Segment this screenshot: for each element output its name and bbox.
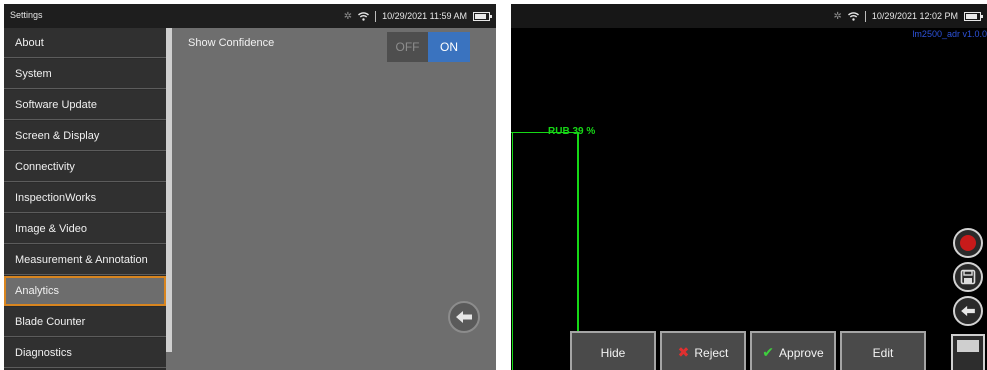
menu-item-screen-display[interactable]: Screen & Display — [4, 121, 166, 151]
bluetooth-icon: ✲ — [833, 10, 842, 22]
back-arrow-icon — [961, 305, 975, 317]
hide-button-label: Hide — [600, 345, 626, 360]
inspection-screen: ✲ 10/29/2021 12:02 PM lm2500_adr v1.0.0 … — [511, 4, 987, 370]
approve-button-label: Approve — [779, 345, 824, 360]
separator — [375, 10, 377, 22]
menu-item-measurement-annotation[interactable]: Measurement & Annotation — [4, 245, 166, 275]
show-confidence-label: Show Confidence — [188, 37, 275, 49]
bluetooth-icon: ✲ — [343, 10, 353, 22]
menu-item-about[interactable]: About — [4, 28, 166, 58]
record-icon — [960, 235, 976, 251]
menu-item-inspectionworks[interactable]: InspectionWorks — [4, 183, 166, 213]
settings-menu: About System Software Update Screen & Di… — [4, 28, 166, 370]
detection-label: RUB 39 % — [548, 126, 596, 137]
reject-button-label: Reject — [694, 345, 729, 360]
status-bar: ✲ 10/29/2021 12:02 PM — [511, 4, 987, 28]
menu-item-diagnostics[interactable]: Diagnostics — [4, 338, 166, 368]
menu-item-connectivity[interactable]: Connectivity — [4, 152, 166, 182]
menu-item-system[interactable]: System — [4, 59, 166, 89]
wifi-icon — [847, 11, 859, 21]
status-datetime: 10/29/2021 12:02 PM — [871, 11, 958, 21]
approve-button[interactable]: ✔ Approve — [750, 331, 836, 370]
show-confidence-toggle[interactable]: OFF ON — [387, 32, 470, 62]
reject-button[interactable]: ✖ Reject — [660, 331, 746, 370]
toggle-on[interactable]: ON — [428, 32, 470, 62]
back-arrow-icon — [456, 311, 472, 323]
menu-item-blade-counter[interactable]: Blade Counter — [4, 307, 166, 337]
menu-item-image-video[interactable]: Image & Video — [4, 214, 166, 244]
status-datetime: 10/29/2021 11:59 AM — [382, 11, 467, 21]
menu-item-software-update[interactable]: Software Update — [4, 90, 166, 120]
battery-icon — [964, 11, 983, 21]
edit-button-label: Edit — [872, 345, 894, 360]
settings-screen: Settings ✲ 10/29/2021 11:59 AM About Sys… — [4, 4, 496, 370]
detection-box — [511, 132, 579, 370]
status-indicators: ✲ 10/29/2021 11:59 AM — [343, 8, 492, 24]
panel-icon — [957, 340, 979, 352]
x-icon: ✖ — [677, 344, 690, 360]
separator — [864, 10, 866, 22]
status-bar: Settings ✲ 10/29/2021 11:59 AM — [4, 4, 496, 28]
check-icon: ✔ — [762, 344, 775, 360]
edit-button[interactable]: Edit — [840, 331, 926, 370]
wifi-icon — [358, 11, 370, 21]
hide-button[interactable]: Hide — [570, 331, 656, 370]
panel-toggle-button[interactable] — [951, 334, 985, 370]
detection-box-edge — [512, 132, 513, 370]
back-button[interactable] — [448, 301, 480, 333]
save-button[interactable] — [953, 262, 983, 292]
toggle-off[interactable]: OFF — [387, 32, 428, 62]
status-indicators: ✲ 10/29/2021 12:02 PM — [833, 8, 983, 24]
record-button[interactable] — [953, 228, 983, 258]
back-button[interactable] — [953, 296, 983, 326]
save-icon — [960, 269, 976, 285]
app-title: Settings — [10, 10, 43, 20]
battery-icon — [473, 11, 492, 21]
model-version-label: lm2500_adr v1.0.0 — [912, 29, 987, 39]
menu-item-analytics[interactable]: Analytics — [4, 276, 166, 306]
menu-scrollbar[interactable] — [166, 28, 172, 352]
